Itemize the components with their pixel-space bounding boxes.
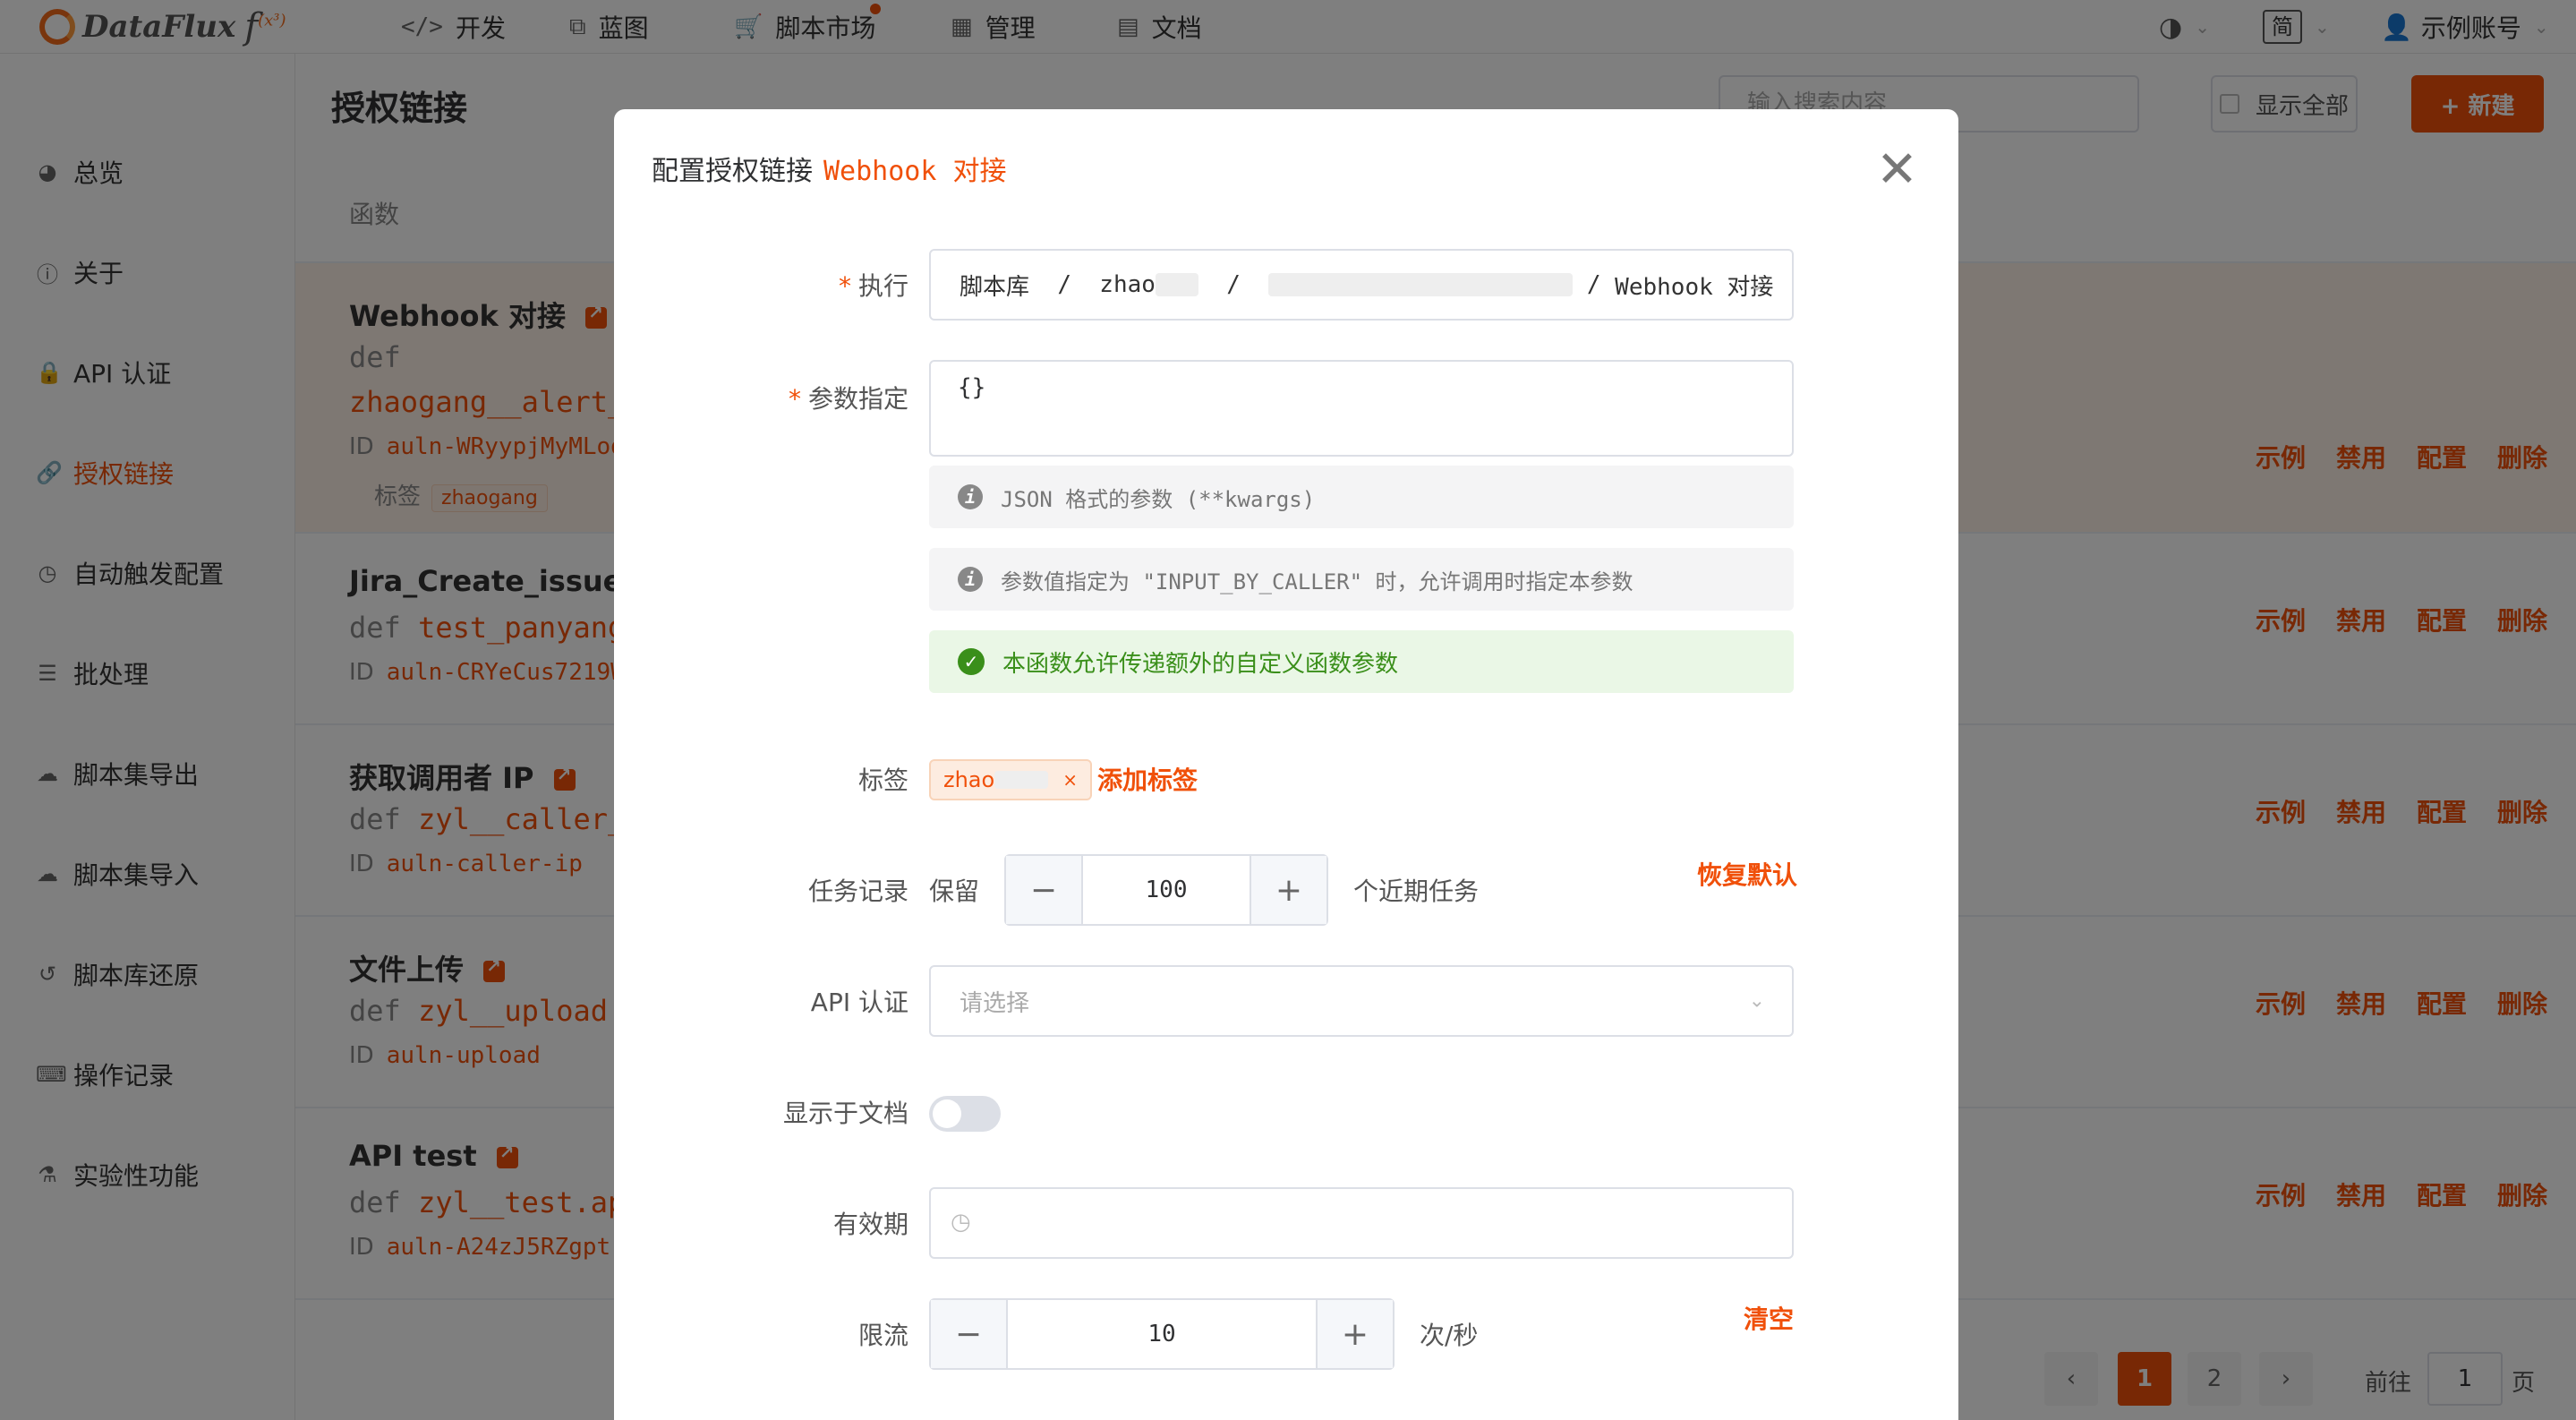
redacted-text	[1268, 273, 1574, 296]
dialog-title: 配置授权链接 Webhook 对接	[652, 156, 1007, 187]
expire-datetime-input[interactable]: ◷	[929, 1187, 1794, 1259]
increment-button[interactable]: +	[1251, 856, 1326, 924]
close-icon[interactable]: ✕	[1876, 145, 1918, 195]
clear-limit-button[interactable]: 清空	[1744, 1300, 1794, 1336]
kwargs-success-hint: ✓ 本函数允许传递额外的自定义函数参数	[929, 630, 1794, 693]
params-label: * 参数指定	[788, 384, 908, 414]
increment-button[interactable]: +	[1318, 1300, 1393, 1368]
task-record-label: 任务记录	[807, 877, 908, 906]
add-tag-button[interactable]: 添加标签	[1097, 761, 1198, 797]
redacted-text	[994, 771, 1049, 789]
chevron-down-icon: ⌄	[1748, 273, 1765, 296]
api-auth-placeholder: 请选择	[960, 989, 1030, 1017]
api-auth-label: API 认证	[810, 988, 908, 1017]
exec-cascader[interactable]: 脚本库 / zhao / / Webhook 对接 ⌄	[929, 249, 1794, 321]
task-record-stepper[interactable]: − 100 +	[1004, 854, 1328, 926]
tag-chip[interactable]: zhao ×	[929, 759, 1092, 800]
task-record-value[interactable]: 100	[1081, 856, 1251, 924]
expire-label: 有效期	[832, 1210, 908, 1239]
config-dialog: 配置授权链接 Webhook 对接 ✕ * 执行 脚本库 / zhao / / We…	[614, 109, 1958, 1420]
task-record-suffix: 个近期任务	[1353, 877, 1480, 906]
chevron-down-icon: ⌄	[1748, 989, 1765, 1013]
json-hint: i JSON 格式的参数 (**kwargs)	[929, 466, 1794, 528]
restore-default-button[interactable]: 恢复默认	[1697, 856, 1797, 892]
show-in-doc-label: 显示于文档	[782, 1099, 908, 1128]
api-auth-select[interactable]: 请选择 ⌄	[929, 965, 1794, 1037]
show-in-doc-toggle[interactable]	[929, 1096, 1001, 1132]
info-icon: i	[958, 484, 983, 509]
tags-label: 标签	[857, 766, 908, 795]
input-by-caller-hint: i 参数值指定为 "INPUT_BY_CALLER" 时，允许调用时指定本参数	[929, 548, 1794, 611]
check-circle-icon: ✓	[958, 648, 985, 675]
close-icon[interactable]: ×	[1062, 769, 1078, 791]
limit-suffix: 次/秒	[1420, 1321, 1479, 1350]
task-keep-label: 保留	[929, 877, 980, 906]
info-icon: i	[958, 567, 983, 592]
decrement-button[interactable]: −	[931, 1300, 1006, 1368]
params-textarea[interactable]: {}	[929, 360, 1794, 457]
limit-label: 限流	[857, 1321, 908, 1350]
exec-path: 脚本库 / zhao / / Webhook 对接	[960, 271, 1774, 301]
limit-value[interactable]: 10	[1006, 1300, 1318, 1368]
limit-stepper[interactable]: − 10 +	[929, 1298, 1395, 1370]
decrement-button[interactable]: −	[1006, 856, 1081, 924]
exec-label: * 执行	[838, 271, 908, 301]
redacted-text	[1155, 273, 1198, 296]
clock-icon: ◷	[951, 1209, 971, 1236]
